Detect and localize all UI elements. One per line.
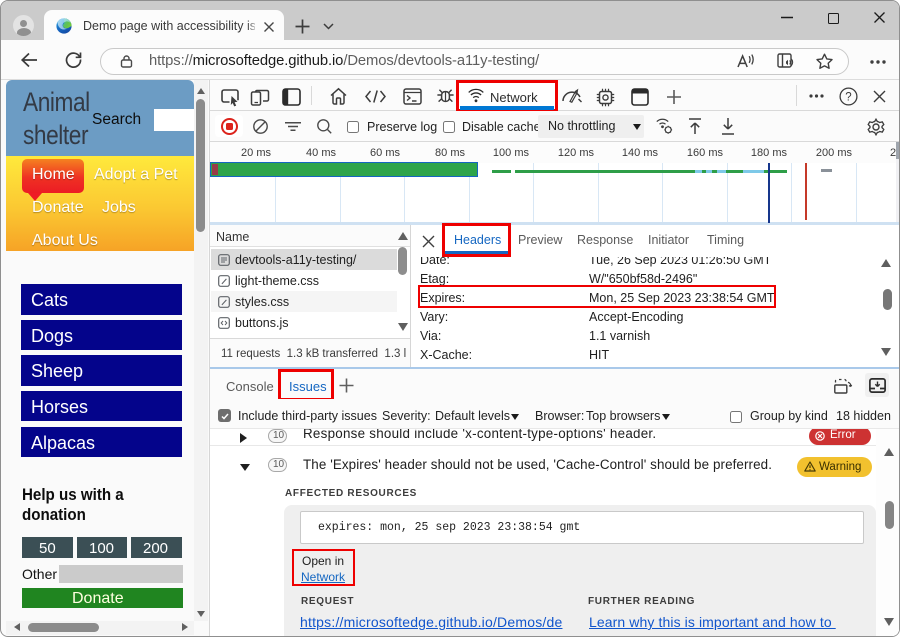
- svg-text:?: ?: [845, 92, 851, 104]
